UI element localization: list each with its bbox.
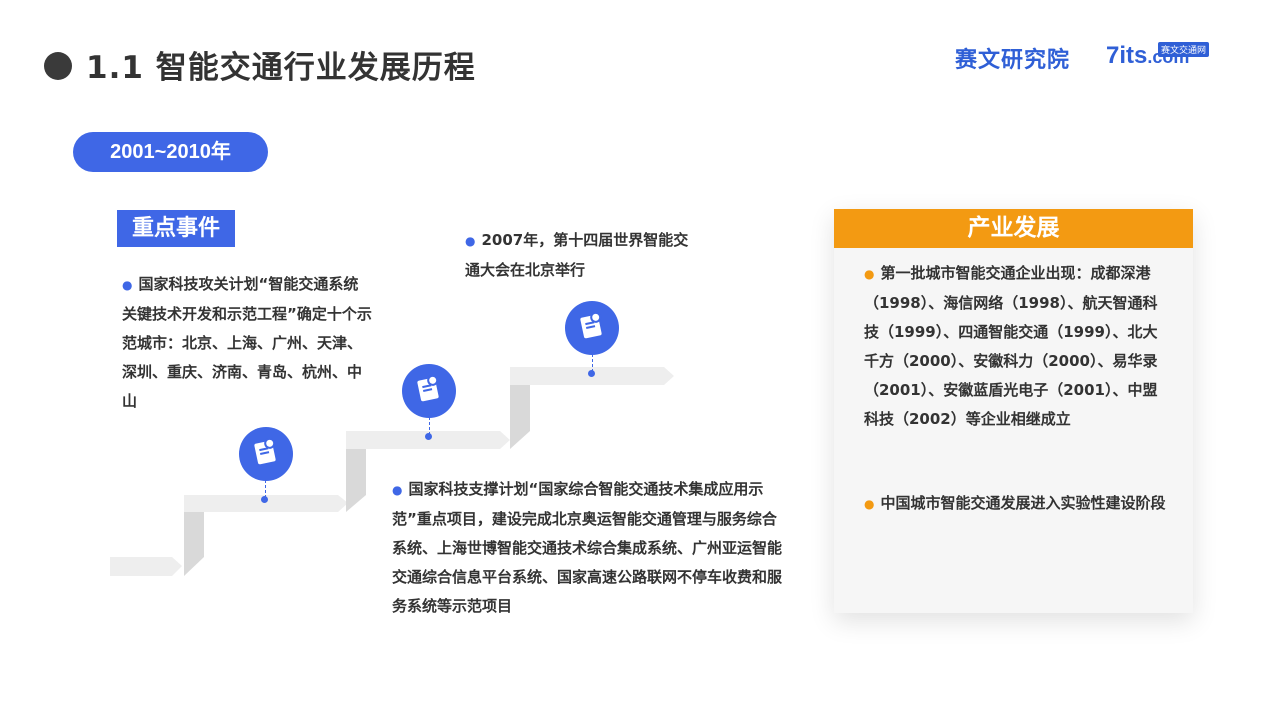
note-icon xyxy=(417,377,439,402)
bullet-icon: ● xyxy=(122,278,133,292)
event-3: ● 国家科技支撑计划“国家综合智能交通技术集成应用示范”重点项目，建设完成北京奥运… xyxy=(392,475,782,621)
event-2: ● 2007年，第十四届世界智能交通大会在北京举行 xyxy=(465,226,690,285)
industry-item-1: ● 第一批城市智能交通企业出现：成都深港（1998）、海信网络（1998）、航天智… xyxy=(864,259,1172,434)
industry-label: 产业发展 xyxy=(834,209,1193,248)
industry-item-2-text: 中国城市智能交通发展进入实验性建设阶段 xyxy=(880,494,1166,512)
milestone-marker-2 xyxy=(402,364,456,418)
bullet-icon: ● xyxy=(392,483,403,497)
bullet-icon: ● xyxy=(465,234,476,248)
event-3-text: 国家科技支撑计划“国家综合智能交通技术集成应用示范”重点项目，建设完成北京奥运智… xyxy=(392,480,783,615)
event-1: ● 国家科技攻关计划“智能交通系统关键技术开发和示范工程”确定十个示范城市：北京、… xyxy=(122,270,372,416)
marker-dot-3 xyxy=(588,370,595,377)
bullet-icon: ● xyxy=(864,267,875,281)
stair-step-1 xyxy=(110,557,182,576)
note-icon xyxy=(580,314,602,339)
marker-dot-1 xyxy=(261,496,268,503)
marker-dot-2 xyxy=(425,433,432,440)
industry-item-1-text: 第一批城市智能交通企业出现：成都深港（1998）、海信网络（1998）、航天智通… xyxy=(864,264,1158,428)
bullet-icon: ● xyxy=(864,497,875,511)
event-2-text: 2007年，第十四届世界智能交通大会在北京举行 xyxy=(465,231,689,279)
industry-item-2: ● 中国城市智能交通发展进入实验性建设阶段 xyxy=(864,489,1172,519)
note-icon xyxy=(254,440,276,465)
milestone-marker-1 xyxy=(239,427,293,481)
milestone-marker-3 xyxy=(565,301,619,355)
event-1-text: 国家科技攻关计划“智能交通系统关键技术开发和示范工程”确定十个示范城市：北京、上… xyxy=(122,275,372,410)
